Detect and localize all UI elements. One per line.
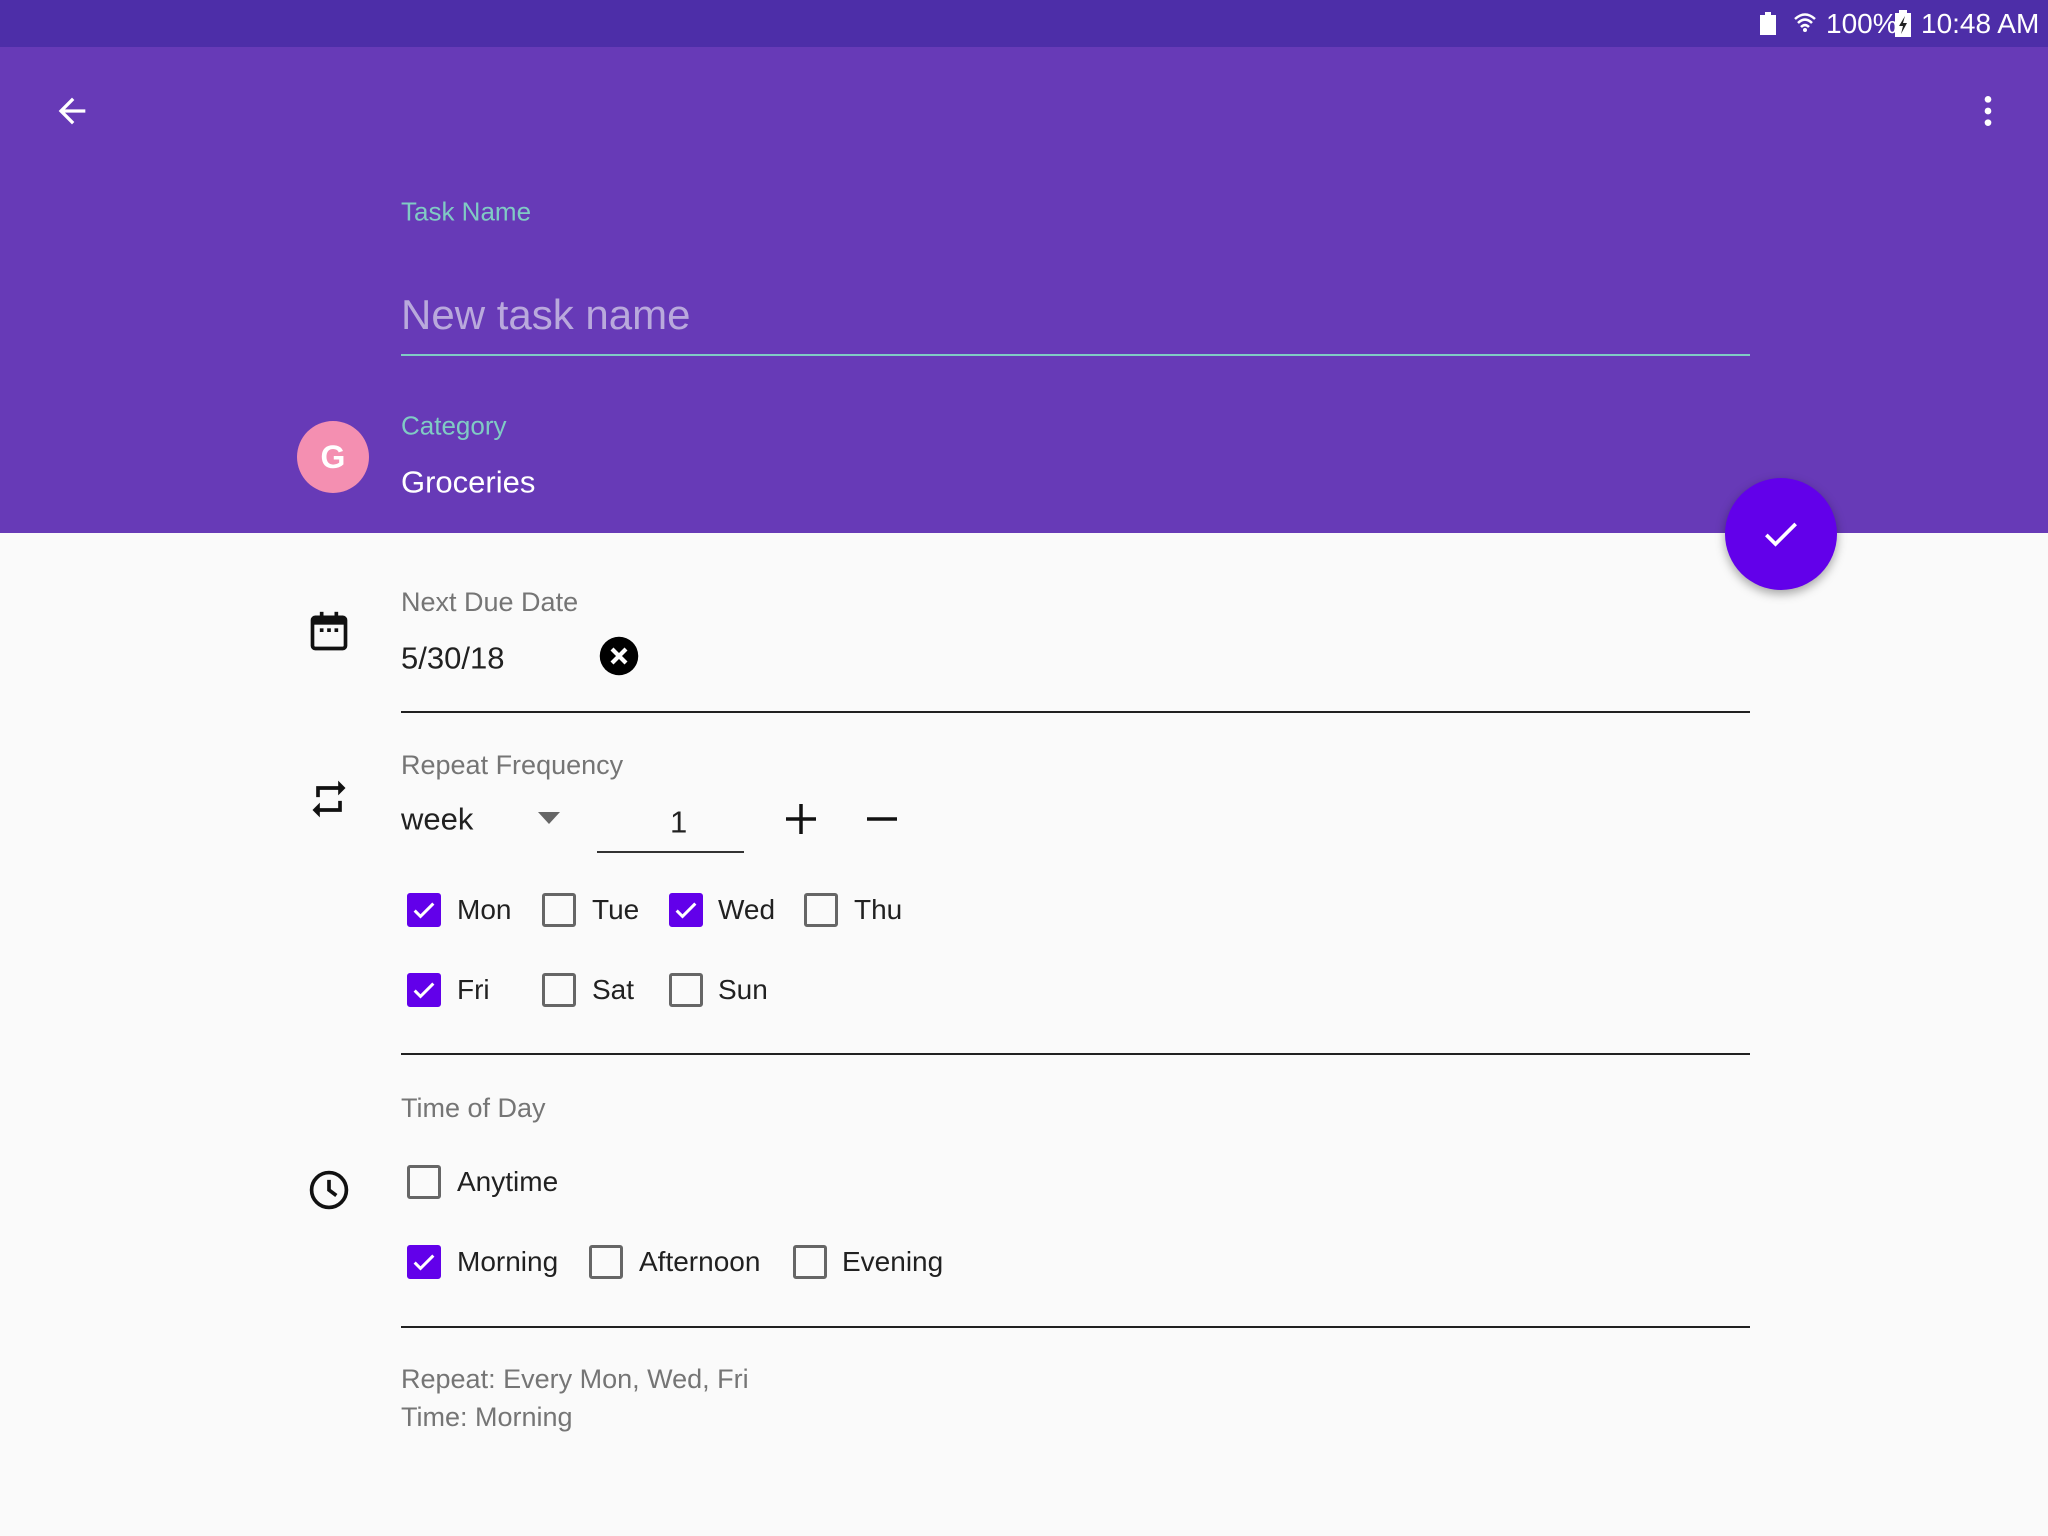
clear-date-icon[interactable]	[598, 635, 640, 677]
battery-saver-icon	[1760, 12, 1776, 35]
clock: 10:48 AM	[1921, 8, 2040, 40]
checkmark-icon	[675, 902, 697, 919]
back-arrow-icon[interactable]	[52, 91, 92, 131]
repeat-count-value: 1	[670, 804, 688, 840]
status-bar: 100% 10:48 AM	[0, 0, 2048, 47]
time-summary: Time: Morning	[401, 1401, 573, 1432]
repeat-icon	[312, 780, 346, 818]
repeat-unit-value: week	[401, 801, 474, 837]
day-checkbox-fri[interactable]	[407, 973, 441, 1007]
task-name-input[interactable]	[401, 276, 1750, 356]
day-checkbox-thu[interactable]	[804, 893, 838, 927]
repeat-count-input[interactable]: 1	[597, 795, 744, 853]
checkmark-icon	[413, 982, 435, 999]
wifi-icon	[1794, 13, 1816, 32]
day-checkbox-wed[interactable]	[669, 893, 703, 927]
time-checkbox-evening[interactable]	[793, 1245, 827, 1279]
divider	[401, 1326, 1750, 1328]
day-checkbox-mon[interactable]	[407, 893, 441, 927]
more-options-icon[interactable]	[1968, 91, 2008, 131]
clock-icon	[309, 1170, 349, 1210]
day-checkbox-tue[interactable]	[542, 893, 576, 927]
checkmark-icon	[413, 902, 435, 919]
due-date-label: Next Due Date	[401, 586, 579, 617]
due-date-value[interactable]: 5/30/18	[401, 639, 504, 676]
time-label[interactable]: Morning	[457, 1245, 558, 1279]
battery-charging-icon	[1895, 10, 1911, 37]
calendar-icon	[310, 611, 348, 651]
day-label[interactable]: Tue	[592, 893, 639, 927]
category-label: Category	[401, 410, 507, 441]
day-label[interactable]: Fri	[457, 973, 490, 1007]
divider	[401, 1053, 1750, 1055]
time-label[interactable]: Evening	[842, 1245, 943, 1279]
check-icon	[1765, 522, 1797, 547]
day-label[interactable]: Sat	[592, 973, 634, 1007]
checkmark-icon	[413, 1254, 435, 1271]
day-label[interactable]: Wed	[718, 893, 775, 927]
category-value[interactable]: Groceries	[401, 463, 535, 500]
decrement-minus-icon[interactable]	[864, 801, 900, 837]
day-label[interactable]: Sun	[718, 973, 768, 1007]
time-checkbox-afternoon[interactable]	[589, 1245, 623, 1279]
time-label[interactable]: Afternoon	[639, 1245, 760, 1279]
battery-percent: 100%	[1826, 8, 1898, 40]
day-checkbox-sat[interactable]	[542, 973, 576, 1007]
time-label[interactable]: Anytime	[457, 1165, 558, 1199]
increment-plus-icon[interactable]	[783, 801, 819, 837]
time-of-day-label: Time of Day	[401, 1092, 546, 1123]
task-name-label: Task Name	[401, 196, 532, 227]
day-checkbox-sun[interactable]	[669, 973, 703, 1007]
repeat-unit-dropdown[interactable]: week	[401, 795, 566, 843]
dropdown-arrow-icon	[538, 812, 560, 824]
time-checkbox-anytime[interactable]	[407, 1165, 441, 1199]
save-fab-button[interactable]	[1725, 478, 1837, 590]
time-checkbox-morning[interactable]	[407, 1245, 441, 1279]
category-avatar[interactable]: G	[297, 421, 369, 493]
day-label[interactable]: Thu	[854, 893, 902, 927]
repeat-frequency-label: Repeat Frequency	[401, 749, 624, 780]
divider	[401, 711, 1750, 713]
day-label[interactable]: Mon	[457, 893, 511, 927]
repeat-summary: Repeat: Every Mon, Wed, Fri	[401, 1363, 749, 1394]
